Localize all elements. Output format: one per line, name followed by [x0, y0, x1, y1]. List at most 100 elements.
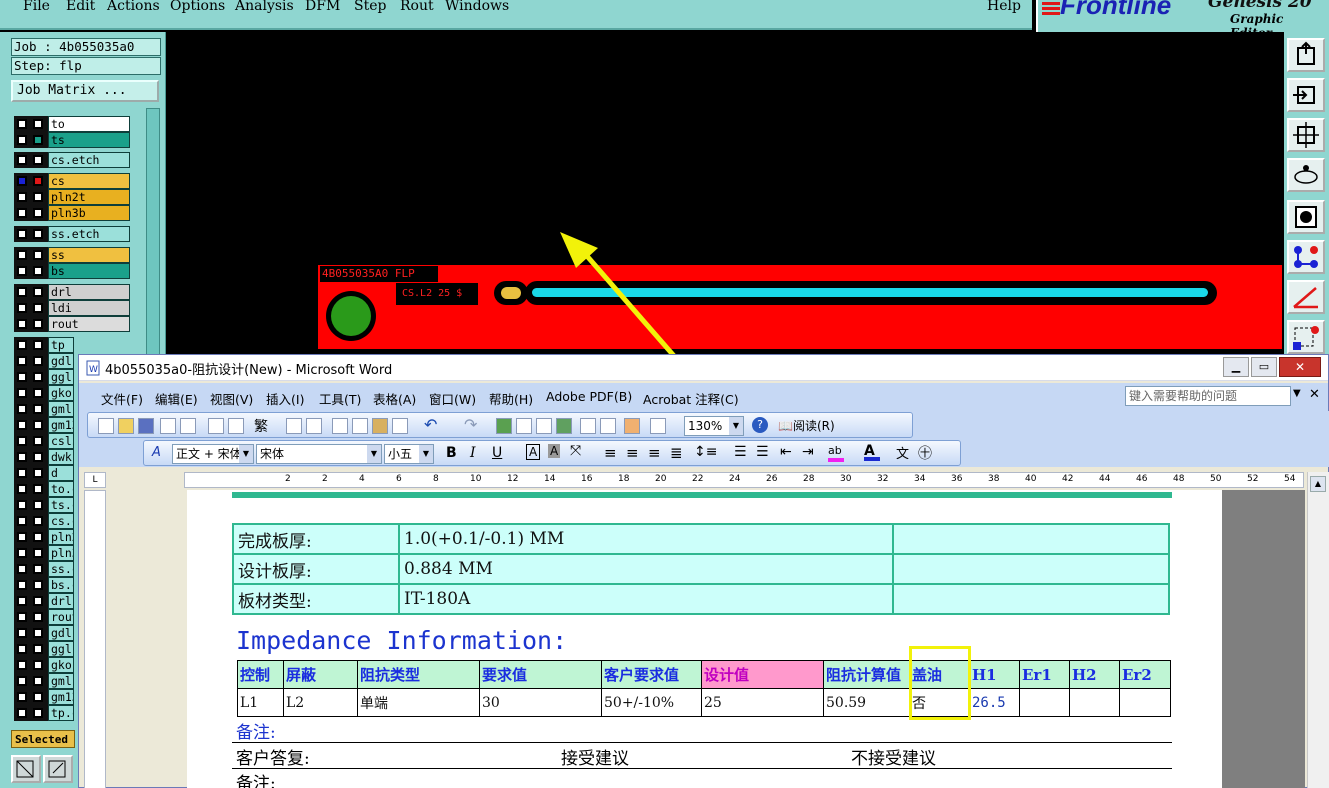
paste-icon[interactable]: [372, 418, 388, 434]
table-cell[interactable]: 50.59: [823, 688, 910, 717]
font-color-icon[interactable]: A: [864, 443, 880, 461]
layer-name[interactable]: gko: [48, 385, 74, 401]
layer-affected-checkbox[interactable]: [33, 676, 43, 686]
zoom-dropdown-icon[interactable]: ▼: [729, 417, 743, 435]
layer-affected-checkbox[interactable]: [33, 484, 43, 494]
tab-selector[interactable]: L: [84, 472, 106, 488]
maximize-button[interactable]: ▭: [1251, 357, 1277, 377]
table-cell[interactable]: L2: [283, 688, 358, 717]
zoom-select[interactable]: 130% ▼: [684, 416, 744, 436]
layer-name[interactable]: ts: [48, 132, 130, 148]
layer-name[interactable]: ss: [48, 247, 130, 263]
layer-display-checkbox[interactable]: [17, 468, 27, 478]
table-cell[interactable]: [1069, 688, 1120, 717]
help-search-input[interactable]: 键入需要帮助的问题: [1125, 386, 1291, 406]
layer-display-checkbox[interactable]: [17, 356, 27, 366]
tool-route[interactable]: [1287, 158, 1325, 192]
header-cell[interactable]: Er1: [1019, 660, 1070, 689]
layer-name[interactable]: ss.etch: [48, 226, 130, 242]
layer-affected-checkbox[interactable]: [33, 532, 43, 542]
permission-icon[interactable]: [160, 418, 176, 434]
layer-display-checkbox[interactable]: [17, 372, 27, 382]
layer-display-checkbox[interactable]: [17, 176, 27, 186]
layer-name[interactable]: drl: [48, 284, 130, 300]
align-center-icon[interactable]: ≡: [626, 444, 639, 462]
info-label[interactable]: 完成板厚:: [232, 523, 400, 555]
layer-affected-checkbox[interactable]: [33, 628, 43, 638]
word-menu-insert[interactable]: 插入(I): [266, 389, 304, 408]
layer-affected-checkbox[interactable]: [33, 155, 43, 165]
traditional-chinese-icon[interactable]: 繁: [254, 416, 268, 436]
line-spacing-icon[interactable]: ↕≡: [694, 444, 717, 460]
menu-options[interactable]: Options: [170, 0, 225, 14]
header-cell[interactable]: 要求值: [479, 660, 602, 689]
layer-display-checkbox[interactable]: [17, 135, 27, 145]
menu-help[interactable]: Help: [987, 0, 1021, 14]
char-scale-icon[interactable]: ⤧: [570, 443, 581, 459]
layer-display-checkbox[interactable]: [17, 580, 27, 590]
tables-borders-icon[interactable]: [516, 418, 532, 434]
layer-display-checkbox[interactable]: [17, 192, 27, 202]
layer-affected-checkbox[interactable]: [33, 340, 43, 350]
bold-icon[interactable]: B: [446, 445, 457, 461]
layer-display-checkbox[interactable]: [17, 532, 27, 542]
layer-name[interactable]: gml.: [48, 673, 74, 689]
research-icon[interactable]: [306, 418, 322, 434]
show-hide-icon[interactable]: [650, 418, 666, 434]
layer-display-checkbox[interactable]: [17, 287, 27, 297]
read-mode-button[interactable]: 📖阅读(R): [778, 417, 835, 434]
font-dropdown-icon[interactable]: ▼: [367, 445, 381, 463]
header-cell[interactable]: 设计值: [701, 660, 824, 689]
doc-close-icon[interactable]: ✕: [1309, 387, 1320, 402]
word-menu-window[interactable]: 窗口(W): [429, 389, 476, 408]
table-cell[interactable]: [1019, 688, 1070, 717]
align-right-icon[interactable]: ≡: [648, 444, 661, 462]
word-menu-table[interactable]: 表格(A): [373, 389, 416, 408]
layer-name[interactable]: ldi: [48, 300, 130, 316]
undo-icon[interactable]: ↶: [424, 415, 437, 434]
table-cell[interactable]: L1: [237, 688, 284, 717]
copy-icon[interactable]: [352, 418, 368, 434]
layer-display-checkbox[interactable]: [17, 692, 27, 702]
size-dropdown-icon[interactable]: ▼: [419, 445, 433, 463]
pcb-board[interactable]: 4B055035A0 FLP CS.L2 25 $: [316, 263, 1284, 351]
hyperlink-icon[interactable]: [496, 418, 512, 434]
word-menu-adobepdf[interactable]: Adobe PDF(B): [546, 389, 632, 404]
header-cell[interactable]: 阻抗计算值: [823, 660, 910, 689]
layer-affected-checkbox[interactable]: [33, 580, 43, 590]
numbering-icon[interactable]: ☰: [734, 444, 747, 460]
layer-display-checkbox[interactable]: [17, 564, 27, 574]
vertical-scrollbar[interactable]: ▲: [1307, 472, 1329, 788]
table-cell[interactable]: [1119, 688, 1171, 717]
styles-icon[interactable]: A: [152, 445, 161, 460]
layer-display-checkbox[interactable]: [17, 548, 27, 558]
menu-analysis[interactable]: Analysis: [235, 0, 294, 14]
layer-affected-checkbox[interactable]: [33, 208, 43, 218]
accept-option[interactable]: 接受建议: [561, 744, 629, 769]
table-cell[interactable]: 单端: [357, 688, 480, 717]
bullets-icon[interactable]: ☰: [756, 444, 769, 460]
word-menu-help[interactable]: 帮助(H): [489, 389, 533, 408]
help-icon[interactable]: ?: [752, 417, 768, 433]
layer-name[interactable]: tp.c: [48, 705, 74, 721]
italic-icon[interactable]: I: [470, 445, 476, 461]
menu-edit[interactable]: Edit: [66, 0, 95, 14]
layer-display-checkbox[interactable]: [17, 644, 27, 654]
layer-name[interactable]: cs.etch: [48, 152, 130, 168]
scroll-up-icon[interactable]: ▲: [1310, 476, 1326, 492]
layer-name[interactable]: dwk: [48, 449, 74, 465]
layer-affected-checkbox[interactable]: [33, 176, 43, 186]
layer-name[interactable]: to: [48, 116, 130, 132]
menu-rout[interactable]: Rout: [400, 0, 434, 14]
layer-affected-checkbox[interactable]: [33, 708, 43, 718]
vertical-ruler[interactable]: [84, 490, 106, 788]
cut-icon[interactable]: [332, 418, 348, 434]
font-select[interactable]: 宋体 ▼: [256, 444, 382, 464]
horizontal-ruler[interactable]: 2 2 4 6 8 10 12 14 16 18 20 22 24 26 28 30 32 34 36 38 40 42 4…: [184, 472, 1304, 488]
layer-affected-checkbox[interactable]: [33, 644, 43, 654]
layer-name[interactable]: pln2t: [48, 189, 130, 205]
word-menu-tools[interactable]: 工具(T): [319, 389, 361, 408]
layer-name[interactable]: pln2: [48, 529, 74, 545]
header-cell[interactable]: H2: [1069, 660, 1120, 689]
layer-affected-checkbox[interactable]: [33, 135, 43, 145]
